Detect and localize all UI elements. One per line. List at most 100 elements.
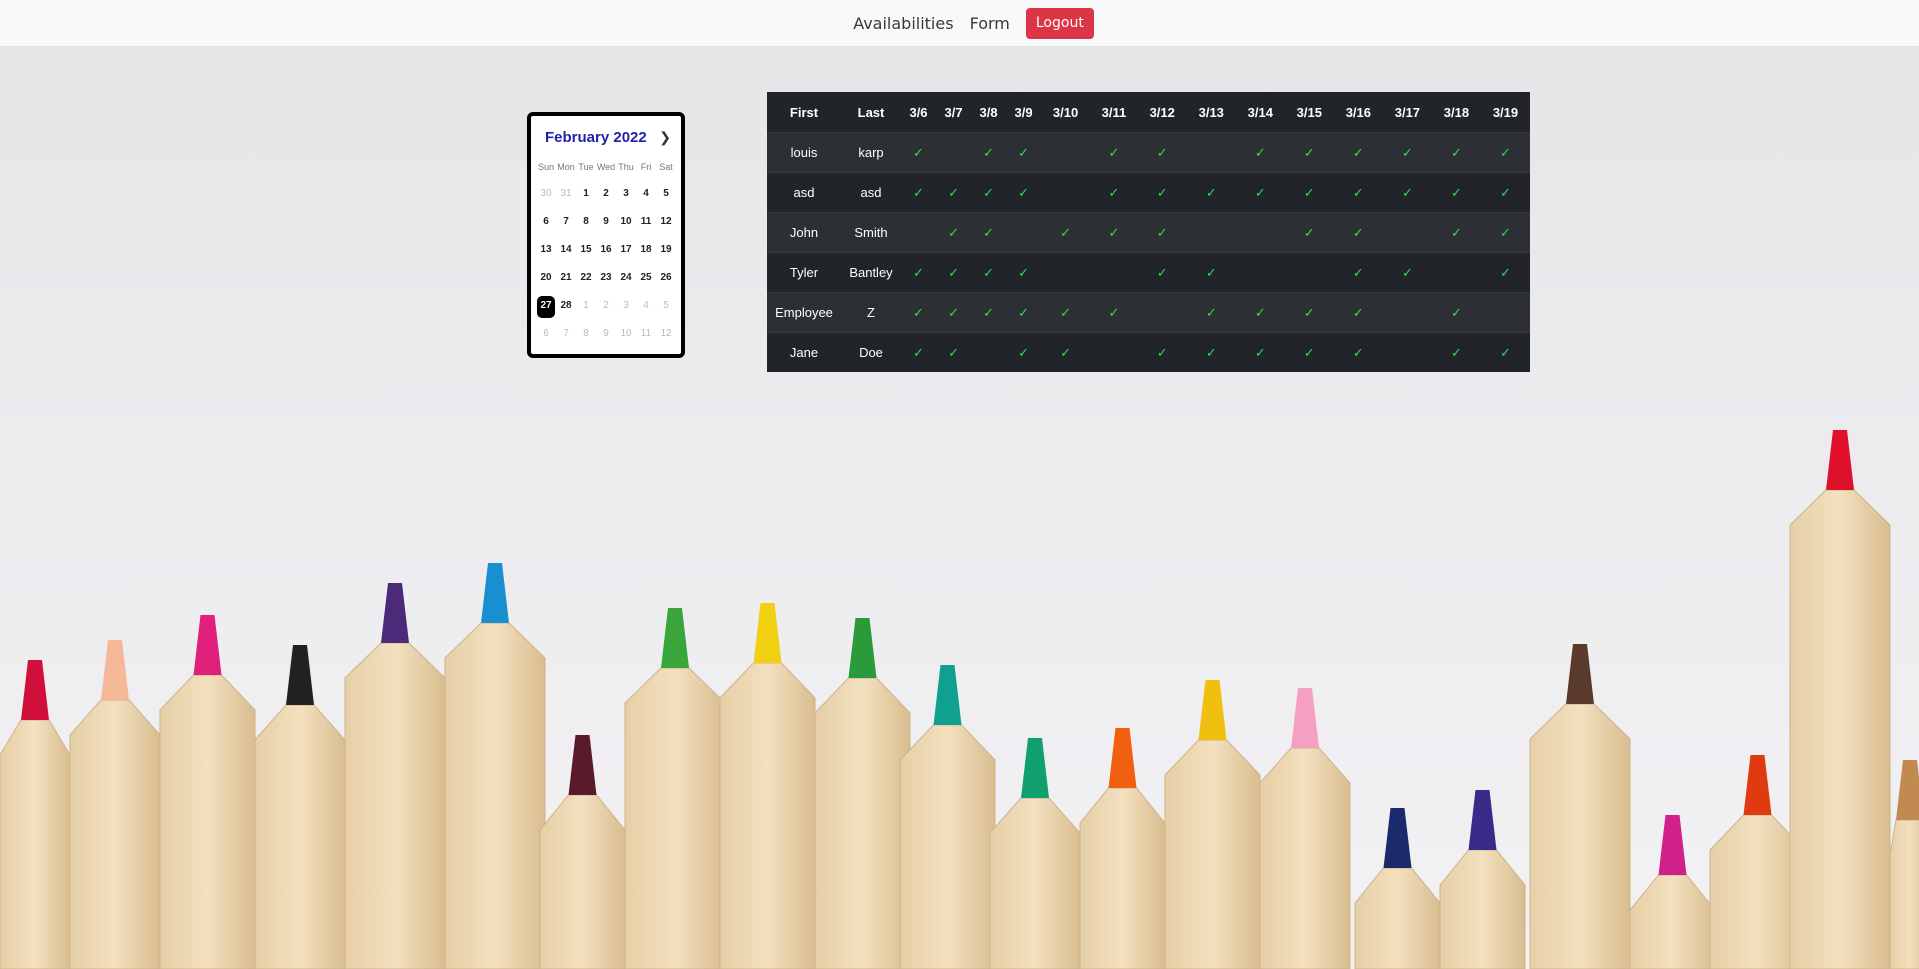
calendar-day[interactable]: 28 [556,292,576,320]
pencil [624,608,726,969]
checkmark-icon: ✓ [1205,304,1217,320]
checkmark-icon: ✓ [983,304,994,320]
availability-cell: ✓ [1137,252,1187,293]
calendar-day[interactable]: 11 [636,208,656,236]
first-name-cell: louis [767,132,841,173]
calendar-day[interactable]: 25 [636,264,656,292]
pencil [159,615,256,969]
nav-link-availabilities[interactable]: Availabilities [845,14,961,33]
calendar-day[interactable]: 21 [556,264,576,292]
chevron-right-icon[interactable]: ❯ [659,129,671,146]
calendar-day[interactable]: 19 [656,236,676,264]
checkmark-icon: ✓ [1254,344,1266,360]
pencil [989,738,1081,969]
checkmark-icon: ✓ [1108,224,1120,240]
calendar-day[interactable]: 7 [556,320,576,348]
calendar-day[interactable]: 23 [596,264,616,292]
availability-cell [1382,212,1432,253]
calendar-day[interactable]: 4 [636,180,656,208]
table-row: louis karp ✓ ✓ ✓ ✓ ✓ ✓ ✓ ✓ ✓ ✓ ✓ [767,132,1530,173]
calendar-day[interactable]: 3 [616,292,636,320]
calendar-day[interactable]: 11 [636,320,656,348]
nav-link-form[interactable]: Form [962,14,1018,33]
table-row: Employee Z ✓ ✓ ✓ ✓ ✓ ✓ ✓ ✓ ✓ ✓ ✓ [767,292,1530,333]
availability-cell: ✓ [1480,252,1530,293]
logout-button[interactable]: Logout [1025,7,1094,39]
calendar-day[interactable]: 12 [656,208,676,236]
calendar-day[interactable]: 15 [576,236,596,264]
calendar-day[interactable]: 9 [596,208,616,236]
calendar-day[interactable]: 10 [616,208,636,236]
pencil [539,735,626,969]
calendar-day[interactable]: 8 [576,208,596,236]
checkmark-icon: ✓ [1500,184,1511,200]
calendar-day[interactable]: 7 [556,208,576,236]
calendar-day[interactable]: 12 [656,320,676,348]
weekday-label: Mon [557,162,575,172]
calendar-day[interactable]: 20 [536,264,556,292]
checkmark-icon: ✓ [1156,144,1168,160]
table-row: Tyler Bantley ✓ ✓ ✓ ✓ ✓ ✓ ✓ ✓ ✓ [767,252,1530,293]
checkmark-icon: ✓ [1352,304,1364,320]
availability-cell: ✓ [1186,252,1236,293]
calendar-day[interactable]: 24 [616,264,636,292]
availability-cell: ✓ [971,132,1007,173]
availability-cell: ✓ [1333,252,1383,293]
availability-cell: ✓ [1090,132,1138,173]
availability-cell: ✓ [1006,132,1042,173]
calendar-day[interactable]: 5 [656,292,676,320]
availability-cell: ✓ [1041,332,1091,372]
availability-cell: ✓ [1431,292,1481,333]
availability-cell: ✓ [901,172,937,213]
checkmark-icon: ✓ [1108,184,1120,200]
column-header-date: 3/15 [1296,104,1322,120]
availability-cell: ✓ [1235,132,1285,173]
availability-cell: ✓ [971,252,1007,293]
calendar-day[interactable]: 14 [556,236,576,264]
checkmark-icon: ✓ [1303,144,1315,160]
calendar-day[interactable]: 2 [596,180,616,208]
checkmark-icon: ✓ [1060,344,1072,360]
checkmark-icon: ✓ [1303,304,1315,320]
availability-cell: ✓ [1480,132,1530,173]
calendar-day[interactable]: 18 [636,236,656,264]
availability-cell [1186,212,1236,253]
calendar-day[interactable]: 13 [536,236,556,264]
checkmark-icon: ✓ [948,304,959,320]
table-row: Jane Doe ✓ ✓ ✓ ✓ ✓ ✓ ✓ ✓ ✓ ✓ ✓ [767,332,1530,372]
availability-cell [1480,292,1530,333]
calendar-day[interactable]: 6 [536,208,556,236]
availability-cell [1235,252,1285,293]
checkmark-icon: ✓ [1352,184,1364,200]
calendar-day[interactable]: 6 [536,320,556,348]
calendar-day[interactable]: 8 [576,320,596,348]
availability-cell: ✓ [936,172,972,213]
availability-cell: ✓ [936,252,972,293]
checkmark-icon: ✓ [1254,184,1266,200]
column-header-date: 3/11 [1101,104,1127,120]
calendar-day[interactable]: 1 [576,292,596,320]
calendar-day[interactable]: 10 [616,320,636,348]
calendar-day[interactable]: 2 [596,292,616,320]
calendar-day[interactable]: 9 [596,320,616,348]
pencil [1439,790,1526,969]
calendar-day-selected[interactable]: 27 [536,292,556,320]
calendar-day[interactable]: 3 [616,180,636,208]
availability-cell: ✓ [1090,212,1138,253]
calendar-day[interactable]: 1 [576,180,596,208]
checkmark-icon: ✓ [1303,224,1315,240]
calendar-day[interactable]: 16 [596,236,616,264]
calendar-day[interactable]: 17 [616,236,636,264]
calendar-day[interactable]: 22 [576,264,596,292]
checkmark-icon: ✓ [1303,184,1315,200]
checkmark-icon: ✓ [1401,144,1413,160]
pencil [444,563,546,969]
calendar-day[interactable]: 31 [556,180,576,208]
weekday-label: Tue [578,162,594,172]
calendar-day[interactable]: 30 [536,180,556,208]
calendar-day[interactable]: 5 [656,180,676,208]
availability-cell: ✓ [1006,252,1042,293]
table-body: louis karp ✓ ✓ ✓ ✓ ✓ ✓ ✓ ✓ ✓ ✓ ✓ asd asd ✓ ✓ ✓ ✓ ✓ ✓ ✓ ✓ ✓ ✓ ✓ ✓ ✓ J… [767,132,1530,372]
calendar-day[interactable]: 26 [656,264,676,292]
calendar-day[interactable]: 4 [636,292,656,320]
